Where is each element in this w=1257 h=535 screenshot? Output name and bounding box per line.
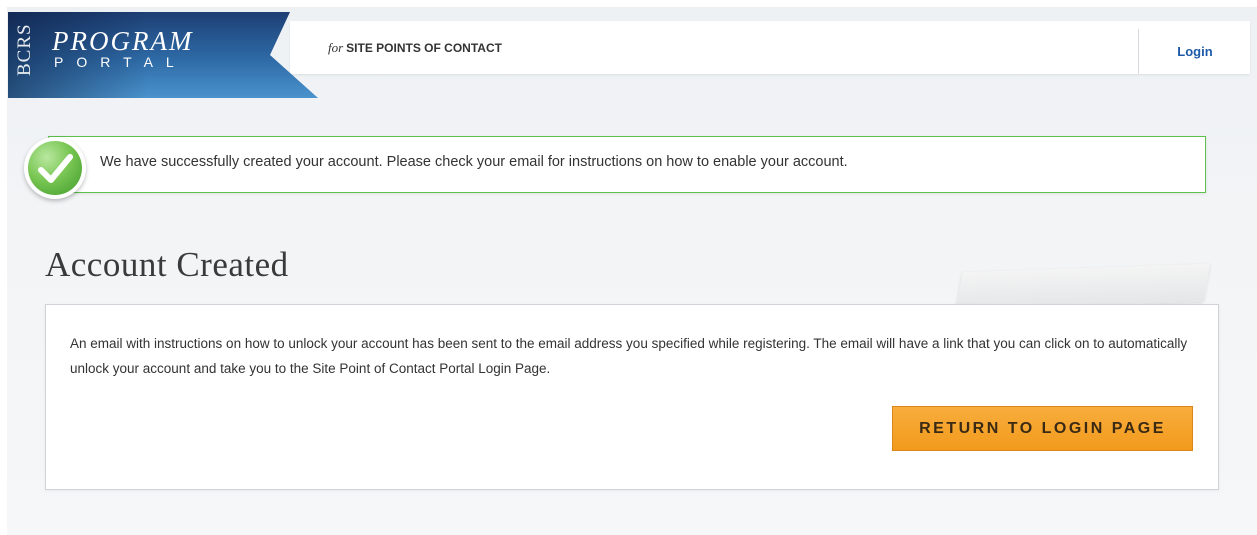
page-title: Account Created <box>45 245 289 284</box>
tagline-prefix: for <box>328 40 344 55</box>
tagline-text: SITE POINTS OF CONTACT <box>346 41 502 55</box>
logo-line-program: PROGRAM <box>52 26 194 56</box>
window-frame-left <box>0 0 7 535</box>
login-link[interactable]: Login <box>1138 29 1251 74</box>
logo-side-text: BCRS <box>14 23 35 76</box>
return-to-login-button[interactable]: RETURN TO LOGIN PAGE <box>892 406 1193 451</box>
header-tagline: for SITE POINTS OF CONTACT <box>328 40 502 56</box>
window-frame-top <box>0 0 1257 7</box>
success-message: We have successfully created your accoun… <box>100 154 848 170</box>
logo-line-portal: PORTAL <box>54 54 187 70</box>
account-created-description: An email with instructions on how to unl… <box>70 336 1188 376</box>
checkmark-icon <box>24 137 86 199</box>
checkmark-icon-glyph <box>38 154 73 183</box>
